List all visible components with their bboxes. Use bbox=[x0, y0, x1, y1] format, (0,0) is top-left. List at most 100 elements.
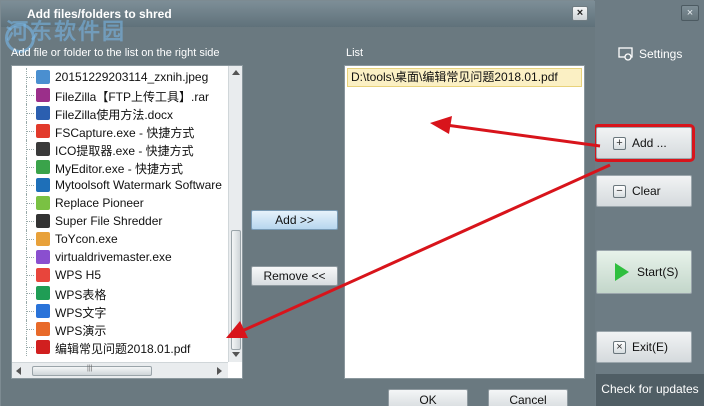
exit-button-label: Exit(E) bbox=[632, 340, 668, 354]
ok-button[interactable]: OK bbox=[388, 389, 468, 406]
clear-button-label: Clear bbox=[632, 184, 661, 198]
cancel-button[interactable]: Cancel bbox=[488, 389, 568, 406]
watermark: 河东软件园 bbox=[6, 19, 127, 44]
wps-h5-icon bbox=[36, 268, 50, 282]
shredder-app-icon bbox=[36, 214, 50, 228]
tree-item[interactable]: WPS H5 bbox=[12, 266, 228, 284]
virtual-drive-app-icon bbox=[36, 250, 50, 264]
clear-button[interactable]: − Clear bbox=[596, 175, 692, 207]
tree-item[interactable]: virtualdrivemaster.exe bbox=[12, 248, 228, 266]
plus-icon: + bbox=[613, 136, 626, 150]
tree-guide-line bbox=[26, 320, 34, 338]
shred-list[interactable]: D:\tools\桌面\编辑常见问题2018.01.pdf bbox=[344, 65, 585, 379]
myeditor-app-icon bbox=[36, 160, 50, 174]
minus-icon: − bbox=[613, 184, 626, 198]
close-icon: × bbox=[613, 340, 626, 354]
start-button[interactable]: Start(S) bbox=[596, 250, 692, 294]
tree-item[interactable]: Replace Pioneer bbox=[12, 194, 228, 212]
tree-guide-line bbox=[26, 194, 34, 212]
tree-item[interactable]: WPS文字 bbox=[12, 302, 228, 320]
tree-item[interactable]: ICO提取器.exe - 快捷方式 bbox=[12, 140, 228, 158]
add-button-label: Add ... bbox=[632, 136, 667, 150]
tree-item[interactable]: FSCapture.exe - 快捷方式 bbox=[12, 122, 228, 140]
tree-item-label: ToYcon.exe bbox=[55, 232, 118, 246]
scroll-right-icon[interactable] bbox=[217, 367, 222, 375]
add-to-list-button[interactable]: Add >> bbox=[251, 210, 338, 230]
check-updates-link[interactable]: Check for updates bbox=[596, 374, 704, 406]
tree-item[interactable]: ToYcon.exe bbox=[12, 230, 228, 248]
file-tree[interactable]: 20151229203114_zxnih.jpeg FileZilla【FTP上传… bbox=[11, 65, 243, 379]
scroll-down-icon[interactable] bbox=[232, 352, 240, 357]
tree-item-label: WPS表格 bbox=[55, 288, 107, 302]
scroll-up-icon[interactable] bbox=[232, 70, 240, 75]
tree-guide-line bbox=[26, 212, 34, 230]
tree-item[interactable]: FileZilla【FTP上传工具】.rar bbox=[12, 86, 228, 104]
tree-vertical-scrollbar[interactable] bbox=[228, 66, 242, 362]
archive-file-icon bbox=[36, 88, 50, 102]
tree-item-label: WPS文字 bbox=[55, 306, 107, 320]
pdf-file-icon bbox=[36, 340, 50, 354]
tree-item-label: FileZilla【FTP上传工具】.rar bbox=[55, 90, 210, 104]
tree-item[interactable]: Mytoolsoft Watermark Software bbox=[12, 176, 228, 194]
tree-guide-line bbox=[26, 86, 34, 104]
main-close-button[interactable]: × bbox=[681, 5, 699, 21]
wps-spreadsheet-icon bbox=[36, 286, 50, 300]
tree-item[interactable]: MyEditor.exe - 快捷方式 bbox=[12, 158, 228, 176]
toycon-app-icon bbox=[36, 232, 50, 246]
add-button[interactable]: + Add ... bbox=[593, 124, 695, 162]
word-document-icon bbox=[36, 106, 50, 120]
settings-label: Settings bbox=[639, 47, 683, 61]
tree-guide-line bbox=[26, 68, 34, 86]
tree-item-label: FSCapture.exe - 快捷方式 bbox=[55, 126, 195, 140]
tree-item[interactable]: WPS演示 bbox=[12, 320, 228, 338]
tree-item[interactable]: 编辑常见问题2018.01.pdf bbox=[12, 338, 228, 356]
tree-item-label: 编辑常见问题2018.01.pdf bbox=[55, 342, 191, 356]
tree-item-label: Replace Pioneer bbox=[55, 196, 144, 210]
ico-extractor-app-icon bbox=[36, 142, 50, 156]
list-label: List bbox=[346, 47, 364, 59]
tree-guide-line bbox=[26, 248, 34, 266]
tree-guide-line bbox=[26, 266, 34, 284]
settings-button[interactable]: Settings bbox=[618, 44, 704, 64]
instruction-text: Add file or folder to the list on the ri… bbox=[11, 47, 220, 59]
tree-guide-line bbox=[26, 158, 34, 176]
tree-guide-line bbox=[26, 104, 34, 122]
tree-item-label: ICO提取器.exe - 快捷方式 bbox=[55, 144, 194, 158]
scroll-thumb[interactable] bbox=[231, 230, 241, 350]
tree-item-label: FileZilla使用方法.docx bbox=[55, 108, 174, 122]
tree-item-label: WPS演示 bbox=[55, 324, 107, 338]
tree-horizontal-scrollbar[interactable]: ||| bbox=[12, 362, 228, 378]
tree-item-label: WPS H5 bbox=[55, 268, 102, 282]
tree-item[interactable]: Super File Shredder bbox=[12, 212, 228, 230]
play-icon bbox=[615, 263, 629, 281]
tree-guide-line bbox=[26, 140, 34, 158]
tree-item[interactable]: FileZilla使用方法.docx bbox=[12, 104, 228, 122]
tree-item-label: MyEditor.exe - 快捷方式 bbox=[55, 162, 184, 176]
add-files-dialog: Add files/folders to shred × 河东软件园 Add f… bbox=[0, 0, 595, 406]
start-button-label: Start(S) bbox=[637, 265, 679, 279]
tree-item-label: Mytoolsoft Watermark Software bbox=[55, 178, 222, 192]
tree-item[interactable]: 20151229203114_zxnih.jpeg bbox=[12, 68, 228, 86]
tree-guide-line bbox=[26, 338, 34, 356]
wps-writer-icon bbox=[36, 304, 50, 318]
tree-guide-line bbox=[26, 122, 34, 140]
list-item[interactable]: D:\tools\桌面\编辑常见问题2018.01.pdf bbox=[347, 68, 582, 87]
settings-icon bbox=[618, 47, 633, 61]
image-file-icon bbox=[36, 70, 50, 84]
watermark-app-icon bbox=[36, 178, 50, 192]
grip-icon: ||| bbox=[87, 365, 93, 372]
tree-guide-line bbox=[26, 176, 34, 194]
dialog-close-button[interactable]: × bbox=[572, 6, 588, 21]
tree-item-label: Super File Shredder bbox=[55, 214, 163, 228]
file-tree-items: 20151229203114_zxnih.jpeg FileZilla【FTP上传… bbox=[12, 66, 228, 362]
tree-guide-line bbox=[26, 230, 34, 248]
tree-item[interactable]: WPS表格 bbox=[12, 284, 228, 302]
remove-from-list-button[interactable]: Remove << bbox=[251, 266, 338, 286]
wps-presentation-icon bbox=[36, 322, 50, 336]
tree-guide-line bbox=[26, 284, 34, 302]
exit-button[interactable]: × Exit(E) bbox=[596, 331, 692, 363]
replace-pioneer-app-icon bbox=[36, 196, 50, 210]
tree-item-label: virtualdrivemaster.exe bbox=[55, 250, 172, 264]
fscapture-app-icon bbox=[36, 124, 50, 138]
scroll-left-icon[interactable] bbox=[16, 367, 21, 375]
